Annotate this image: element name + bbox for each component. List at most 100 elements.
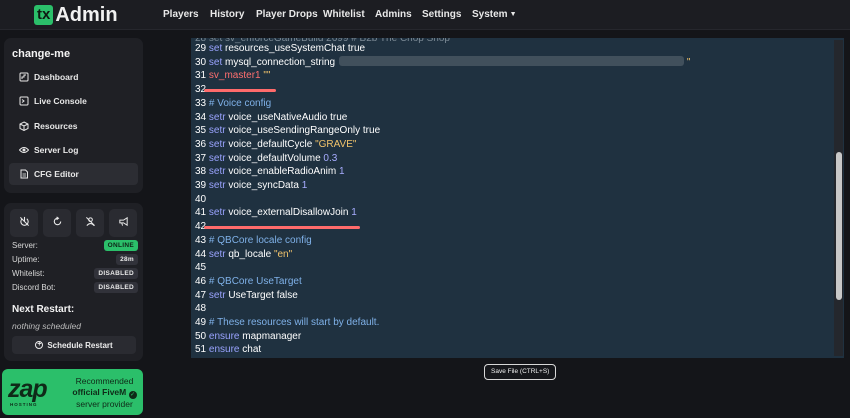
code-line: 51 ensure chat: [195, 343, 261, 357]
code-value: 1: [336, 166, 345, 178]
nav-system-label: System: [472, 9, 508, 20]
zap-line1: Recommended: [75, 376, 134, 386]
sidebar-item-dashboard[interactable]: Dashboard: [9, 66, 138, 88]
nav-whitelist[interactable]: Whitelist: [323, 9, 365, 20]
txadmin-logo[interactable]: tx Admin: [34, 4, 118, 26]
code-line: 40: [195, 193, 206, 207]
code-line: 30 set mysql_connection_string ": [195, 55, 691, 70]
sidebar-item-label: Live Console: [34, 96, 87, 106]
line-number: 47: [195, 289, 209, 301]
line-number: 46: [195, 275, 209, 287]
user-slash-icon: [85, 214, 96, 232]
code-line: 33 # Voice config: [195, 97, 271, 111]
save-file-button[interactable]: Save File (CTRL+S): [484, 364, 557, 380]
nav-players[interactable]: Players: [163, 9, 199, 20]
stop-server-button[interactable]: [10, 209, 38, 237]
status-badge: ONLINE: [103, 239, 138, 251]
sidebar-item-resources[interactable]: Resources: [9, 115, 138, 137]
status-server-row: Server: ONLINE: [12, 239, 138, 251]
nav-history[interactable]: History: [210, 9, 244, 20]
code-key: qb_locale: [228, 248, 272, 260]
cfg-code-editor[interactable]: 28 set sv_enforceGameBuild 2699 # B2b Th…: [191, 38, 844, 358]
status-whitelist-row: Whitelist: DISABLED: [12, 267, 138, 279]
line-number: 37: [195, 152, 209, 164]
zap-line2: official FiveM: [72, 387, 127, 397]
restart-server-button[interactable]: [43, 209, 71, 237]
code-key: resources_useSystemChat: [225, 43, 346, 54]
line-number: 29: [195, 43, 209, 54]
code-key: chat: [242, 344, 262, 356]
code-value: ": [684, 56, 691, 68]
restart-icon: [52, 214, 63, 232]
zap-hosting-ad[interactable]: zap HOSTING Recommended official FiveM ✓…: [2, 369, 143, 415]
line-number: 51: [195, 344, 209, 356]
nav-admins[interactable]: Admins: [375, 9, 412, 20]
nav-system[interactable]: System ▼: [472, 9, 517, 20]
sidebar-item-label: Resources: [34, 121, 78, 131]
code-key: voice_syncData: [228, 180, 299, 191]
line-number: 45: [195, 262, 207, 274]
code-key: voice_externalDisallowJoin: [228, 207, 349, 219]
eye-icon: [19, 145, 29, 155]
code-key: voice_useSendingRangeOnly: [228, 125, 361, 137]
code-comment: # These resources will start by default.: [208, 317, 380, 328]
code-keyword: set: [208, 56, 226, 68]
file-icon: [19, 169, 29, 179]
code-comment: # Voice config: [208, 97, 272, 109]
editor-scrollbar-thumb[interactable]: [836, 152, 842, 300]
server-controls: [10, 209, 137, 239]
code-value: true: [327, 111, 348, 123]
sidebar-item-label: Server Log: [34, 145, 79, 155]
line-number: 33: [195, 97, 209, 109]
code-value: true: [345, 43, 366, 54]
status-server-label: Server:: [12, 240, 38, 250]
power-icon: [19, 214, 30, 232]
code-keyword: setr: [208, 289, 229, 301]
line-number: 41: [195, 207, 209, 219]
nav-settings[interactable]: Settings: [422, 9, 461, 20]
code-line: 36 setr voice_defaultCycle "GRAVE": [195, 138, 356, 152]
code-key: voice_enableRadioAnim: [228, 166, 337, 178]
status-whitelist-label: Whitelist:: [12, 268, 45, 278]
code-keyword: setr: [208, 111, 229, 123]
uptime-badge: 28m: [116, 253, 138, 265]
zap-line3: server provider: [76, 399, 133, 409]
code-value: 1: [298, 180, 308, 191]
code-line: 50 ensure mapmanager: [195, 330, 301, 344]
sidebar-item-server-log[interactable]: Server Log: [9, 139, 138, 161]
code-line: 34 setr voice_useNativeAudio true: [195, 111, 347, 125]
whitelist-badge: DISABLED: [94, 267, 138, 279]
code-key: mapmanager: [242, 330, 302, 342]
verified-icon: ✓: [128, 391, 137, 399]
schedule-restart-button[interactable]: + Schedule Restart: [12, 336, 136, 354]
schedule-restart-label: Schedule Restart: [47, 340, 113, 350]
line-number: 38: [195, 166, 209, 178]
highlight-underline-master: [204, 89, 276, 92]
code-keyword: setr: [208, 152, 229, 164]
code-line: 35 setr voice_useSendingRangeOnly true: [195, 124, 380, 138]
line-number: 36: [195, 138, 209, 150]
code-keyword: ensure: [208, 330, 243, 342]
line-number: 31: [195, 70, 209, 82]
code-line: 41 setr voice_externalDisallowJoin 1: [195, 206, 357, 220]
code-value: "GRAVE": [312, 138, 357, 150]
nav-player-drops[interactable]: Player Drops: [256, 9, 318, 20]
code-keyword: ensure: [208, 344, 243, 356]
status-uptime-row: Uptime: 28m: [12, 253, 138, 265]
code-value: false: [273, 289, 298, 301]
announce-button[interactable]: [109, 209, 137, 237]
sidebar-item-live-console[interactable]: Live Console: [9, 90, 138, 112]
sidebar-item-cfg-editor[interactable]: CFG Editor: [9, 163, 138, 185]
top-navbar: tx Admin Players History Player Drops Wh…: [0, 0, 850, 30]
code-line: 49 # These resources will start by defau…: [195, 316, 379, 330]
code-value: 1: [348, 207, 357, 219]
logo-text: Admin: [55, 4, 118, 26]
kick-all-button[interactable]: [76, 209, 104, 237]
code-keyword: setr: [208, 125, 229, 137]
discord-badge: DISABLED: [94, 281, 138, 293]
code-keyword: setr: [208, 248, 229, 260]
code-line: 37 setr voice_defaultVolume 0.3: [195, 152, 337, 166]
code-keyword: setr: [208, 166, 229, 178]
code-line: 46 # QBCore UseTarget: [195, 275, 302, 289]
line-number: 34: [195, 111, 209, 123]
